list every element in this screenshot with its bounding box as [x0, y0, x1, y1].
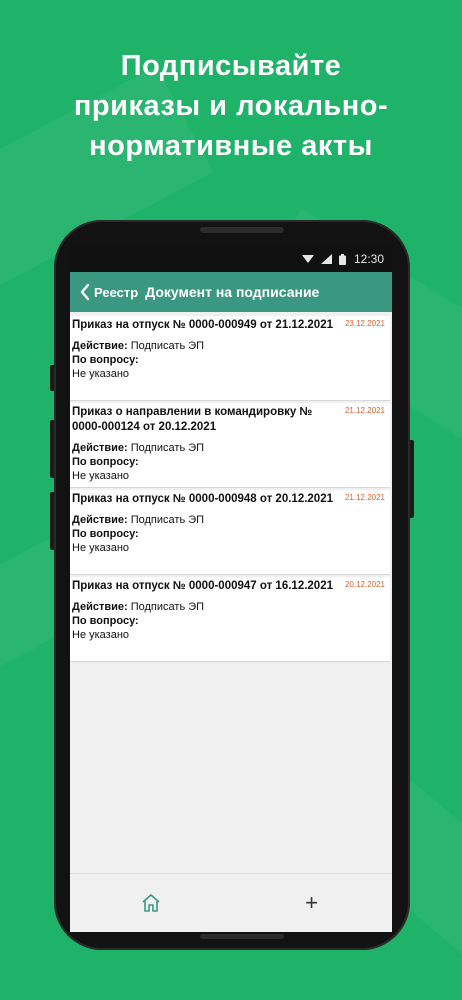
action-value: Подписать ЭП — [130, 601, 205, 613]
document-action: Действие: Подписать ЭП — [72, 600, 386, 614]
promo-headline: Подписывайте приказы и локально- нормати… — [0, 46, 462, 166]
question-value: Не указано — [72, 470, 130, 482]
status-time: 12:30 — [353, 252, 384, 266]
document-list: 23.12.2021 Приказ на отпуск № 0000-00094… — [70, 312, 392, 662]
document-card[interactable]: 21.12.2021 Приказ на отпуск № 0000-00094… — [70, 490, 390, 575]
document-date: 23.12.2021 — [344, 319, 385, 328]
document-card[interactable]: 20.12.2021 Приказ на отпуск № 0000-00094… — [70, 577, 390, 662]
add-button[interactable]: + — [292, 883, 332, 923]
question-value: Не указано — [72, 629, 130, 641]
headline-line-2: приказы и локально- — [73, 90, 389, 122]
headline-line-3: нормативные акты — [89, 130, 373, 162]
document-action: Действие: Подписать ЭП — [72, 339, 386, 353]
document-title: Приказ о направлении в командировку № 00… — [72, 406, 313, 433]
back-label: Реестр — [94, 284, 139, 300]
phone-bottom-bar — [200, 934, 284, 939]
phone-speaker — [200, 227, 284, 233]
document-title: Приказ на отпуск № 0000-000949 от 21.12.… — [72, 319, 333, 331]
back-button[interactable]: Реестр — [78, 283, 138, 301]
home-button[interactable] — [131, 883, 171, 923]
question-value: Не указано — [72, 542, 130, 554]
document-card[interactable]: 21.12.2021 Приказ о направлении в команд… — [70, 403, 390, 488]
document-card[interactable]: 23.12.2021 Приказ на отпуск № 0000-00094… — [70, 316, 390, 401]
action-value: Подписать ЭП — [130, 442, 205, 454]
plus-icon: + — [305, 890, 318, 915]
question-value: Не указано — [72, 368, 130, 380]
headline-line-1: Подписывайте — [120, 50, 342, 82]
question-label: По вопросу: — [72, 528, 139, 540]
action-label: Действие: — [72, 442, 128, 454]
question-label: По вопросу: — [72, 615, 139, 627]
question-label: По вопросу: — [72, 456, 139, 468]
document-title: Приказ на отпуск № 0000-000948 от 20.12.… — [72, 493, 333, 505]
action-label: Действие: — [72, 340, 128, 352]
bottom-nav: + — [70, 873, 392, 932]
phone-screen: 12:30 Реестр Документ на подписание 23.1… — [70, 246, 392, 932]
status-bar: 12:30 — [70, 246, 392, 272]
action-label: Действие: — [72, 514, 128, 526]
signal-icon — [320, 254, 332, 264]
document-date: 21.12.2021 — [344, 493, 385, 502]
action-label: Действие: — [72, 601, 128, 613]
document-action: Действие: Подписать ЭП — [72, 441, 386, 455]
app-bar: Реестр Документ на подписание — [70, 272, 392, 312]
question-label: По вопросу: — [72, 354, 139, 366]
page-title: Документ на подписание — [145, 284, 320, 300]
action-value: Подписать ЭП — [130, 340, 205, 352]
battery-icon — [338, 253, 346, 265]
wifi-icon — [301, 254, 314, 264]
action-value: Подписать ЭП — [130, 514, 205, 526]
document-title: Приказ на отпуск № 0000-000947 от 16.12.… — [72, 580, 333, 592]
home-icon — [141, 894, 160, 912]
document-action: Действие: Подписать ЭП — [72, 513, 386, 527]
chevron-left-icon — [80, 283, 90, 301]
document-date: 20.12.2021 — [344, 580, 385, 589]
document-date: 21.12.2021 — [344, 406, 385, 415]
